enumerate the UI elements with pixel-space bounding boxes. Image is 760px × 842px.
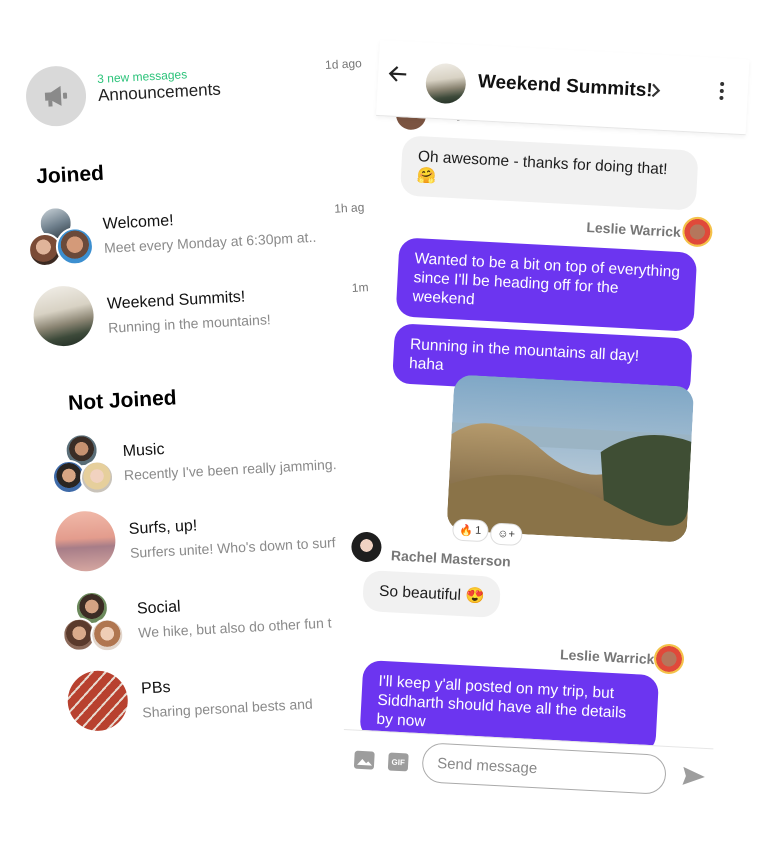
avatar [54,226,95,267]
fire-icon: 🔥 [459,524,474,538]
joined-heading: Joined [35,161,105,189]
group-avatar[interactable] [424,62,467,105]
group-avatar-cluster [48,432,115,499]
group-time: 1h ag [333,200,365,216]
group-preview: Running in the mountains! [107,311,272,336]
group-item-surfs-up[interactable]: Surfs, up! Surfers unite! Who's down to … [53,495,397,583]
announcements-time: 1d ago [324,56,363,73]
message-input[interactable]: Send message [421,742,667,795]
not-joined-heading: Not Joined [67,386,178,415]
group-name: Surfs, up! [128,517,198,538]
gif-icon[interactable]: GIF [387,752,409,772]
group-preview: Meet every Monday at 6:30pm at... [103,228,317,256]
avatar [653,643,685,675]
more-options-icon[interactable] [719,81,726,103]
announcements-row[interactable]: 3 new messages Announcements 1d ago [24,50,373,132]
group-name: Music [122,440,165,461]
group-avatar [53,509,121,577]
group-name: Weekend Summits! [106,288,246,313]
mountain-photo-avatar [32,284,96,348]
chat-title[interactable]: Weekend Summits! [477,71,653,102]
group-item-welcome[interactable]: Welcome! Meet every Monday at 6:30pm at.… [27,190,371,278]
group-preview: Sharing personal bests and [142,695,314,721]
group-preview: We hike, but also do other fun t [137,614,332,641]
chevron-right-icon[interactable] [649,78,662,105]
chat-header: Weekend Summits! [376,40,750,136]
avatar [681,216,714,248]
group-item-music[interactable]: Music Recently I've been really jamming.… [48,417,391,505]
group-name: PBs [140,678,171,698]
chat-panel: Avery Bennett Weekend Summits! Oh awesom… [340,40,750,819]
sender-name: Leslie Warrick [586,219,682,240]
surf-photo-avatar [53,509,117,573]
message-bubble[interactable]: Wanted to be a bit on top of everything … [395,237,698,332]
fire-reaction[interactable]: 🔥 1 [451,518,489,543]
message-bubble[interactable]: So beautiful 😍 [362,569,502,619]
megaphone-icon [24,64,88,128]
group-avatar-cluster [61,589,129,656]
add-reaction-icon: ☺+ [497,527,516,541]
avatar [350,531,383,563]
group-avatar [66,669,133,736]
group-preview: Surfers unite! Who's down to surf [129,534,336,561]
sender-name: Rachel Masterson [390,547,512,570]
message-composer: GIF Send message [340,729,714,819]
message-bubble[interactable]: Oh awesome - thanks for doing that! 🤗 [399,135,699,211]
shared-photo[interactable] [446,374,695,543]
image-icon[interactable] [353,750,375,770]
group-name: Social [136,598,181,618]
group-item-weekend-summits[interactable]: Weekend Summits! Running in the mountain… [32,270,375,358]
back-arrow-icon[interactable] [387,62,408,89]
group-preview: Recently I've been really jamming... [123,456,337,484]
track-photo-avatar [66,669,130,733]
avatar [89,617,126,654]
add-reaction-button[interactable]: ☺+ [489,522,523,547]
group-avatar-cluster [27,204,95,271]
send-icon[interactable] [681,766,708,789]
sender-name: Leslie Warrick [559,646,655,668]
group-name: Welcome! [102,212,175,233]
avatar [79,459,115,496]
group-list-panel: 3 new messages Announcements 1d ago Join… [20,40,402,777]
group-avatar [32,284,99,351]
reaction-count: 1 [474,524,482,537]
